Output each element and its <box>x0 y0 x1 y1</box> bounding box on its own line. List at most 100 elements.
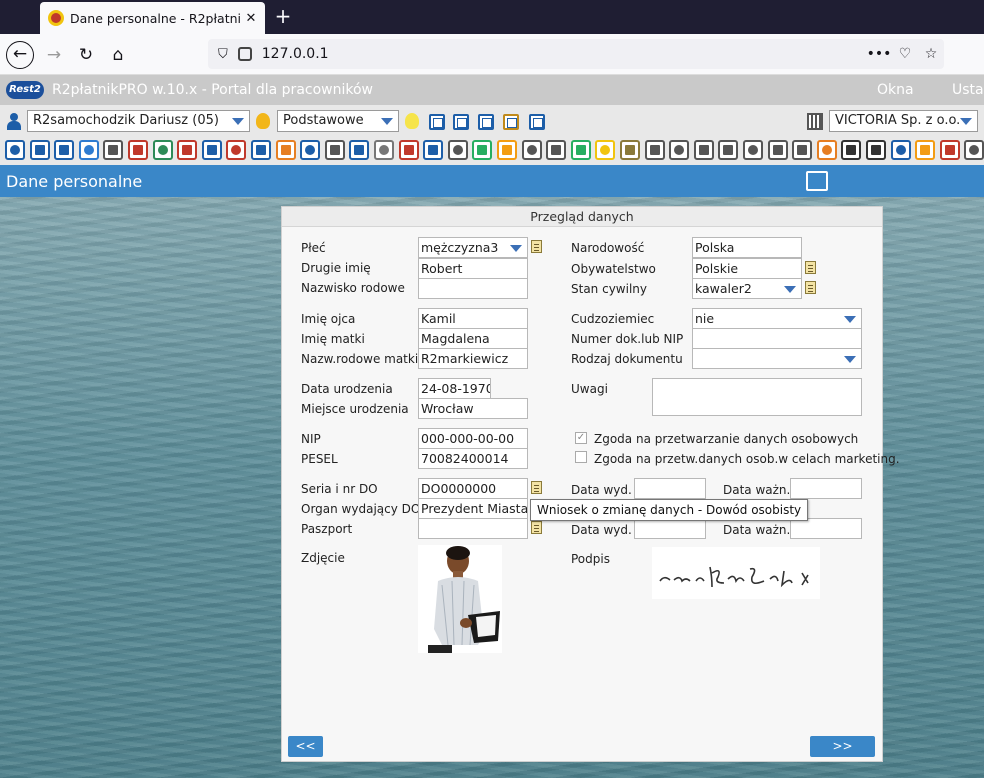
plus-icon[interactable] <box>939 140 960 160</box>
imie-ojca-field[interactable]: Kamil <box>418 308 528 329</box>
back-arrow-icon[interactable]: ← <box>6 41 34 69</box>
people-icon[interactable] <box>78 140 99 160</box>
cudzoziemiec-select[interactable]: nie <box>692 308 862 329</box>
change-request-doc-icon[interactable] <box>805 261 816 274</box>
home-icon[interactable]: ⌂ <box>104 41 132 69</box>
profile-select[interactable]: Podstawowe <box>277 110 399 132</box>
page-actions-icon[interactable]: ••• <box>866 46 892 62</box>
label-paszport-data-wazn: Data ważn. <box>723 523 791 537</box>
data-urodzenia-field[interactable]: 24-08-1970 <box>418 378 491 399</box>
footprints-icon[interactable] <box>324 140 345 160</box>
window-layout-4-icon[interactable] <box>503 114 519 130</box>
do-data-wazn-field[interactable] <box>790 478 862 499</box>
obywatelstwo-field[interactable]: Polskie <box>692 258 802 279</box>
badge-icon[interactable] <box>423 140 444 160</box>
change-request-doc-icon[interactable] <box>531 481 542 494</box>
reload-icon[interactable]: ↻ <box>72 41 100 69</box>
money-icon[interactable] <box>152 140 173 160</box>
card-icon[interactable] <box>54 140 75 160</box>
zus-calc-icon[interactable] <box>570 140 591 160</box>
books-icon[interactable] <box>349 140 370 160</box>
prev-button[interactable]: << <box>288 736 323 757</box>
window-layout-5-icon[interactable] <box>529 114 545 130</box>
lightbulb-icon[interactable] <box>405 113 419 129</box>
uwagi-textarea[interactable] <box>652 378 862 416</box>
change-request-doc-icon[interactable] <box>531 521 542 534</box>
documents-icon[interactable] <box>620 140 640 160</box>
nip-field[interactable]: 000-000-00-00 <box>418 428 528 449</box>
browser-tab[interactable]: Dane personalne - R2płatnikPRO ✕ <box>40 2 265 34</box>
bookmark-star-icon[interactable]: ☆ <box>918 46 944 62</box>
id-card-icon[interactable] <box>5 140 25 160</box>
plec-select[interactable]: mężczyzna3 <box>418 237 528 258</box>
calendar-icon[interactable] <box>866 140 886 160</box>
imie-matki-field[interactable]: Magdalena <box>418 328 528 349</box>
next-button[interactable]: >> <box>810 736 875 757</box>
url-bar[interactable]: ⛉ 127.0.0.1 ••• ♡ ☆ <box>208 39 944 69</box>
employee-select[interactable]: R2samochodzik Dariusz (05) <box>27 110 250 132</box>
car-icon[interactable] <box>300 140 321 160</box>
new-tab-icon[interactable]: + <box>272 6 294 28</box>
tooltip: Wniosek o zmianę danych - Dowód osobisty <box>530 499 809 521</box>
window-layout-3-icon[interactable] <box>478 114 494 130</box>
menu-okna[interactable]: Okna <box>877 82 914 98</box>
window-layout-1-icon[interactable] <box>429 114 445 130</box>
window-layout-2-icon[interactable] <box>453 114 469 130</box>
helmet-icon[interactable] <box>816 140 837 160</box>
organ-wydajacy-do-field[interactable]: Prezydent Miasta Wrocławia <box>418 498 528 519</box>
nazw-rodowe-matki-field[interactable]: R2markiewicz <box>418 348 528 369</box>
change-request-doc-icon[interactable] <box>531 240 542 253</box>
document-list-icon[interactable] <box>718 140 739 160</box>
numer-dok-field[interactable] <box>692 328 862 349</box>
miejsce-urodzenia-field[interactable]: Wrocław <box>418 398 528 419</box>
document-chart-icon[interactable] <box>669 140 690 160</box>
medal-icon[interactable] <box>521 140 542 160</box>
bank-icon[interactable] <box>447 140 468 160</box>
zus-icon[interactable] <box>472 140 493 160</box>
document-check-icon[interactable] <box>743 140 763 160</box>
shield-icon[interactable]: ⛉ <box>218 47 228 62</box>
paszport-field[interactable] <box>418 518 528 539</box>
monitor-icon[interactable] <box>806 171 828 191</box>
bandage-icon[interactable] <box>177 140 198 160</box>
bar-chart-icon[interactable] <box>201 140 222 160</box>
sun-icon[interactable] <box>915 140 936 160</box>
pocket-icon[interactable]: ♡ <box>892 46 918 62</box>
bell-icon[interactable] <box>497 140 517 160</box>
drugie-imie-field[interactable]: Robert <box>418 258 528 279</box>
tab-close-icon[interactable]: ✕ <box>241 11 261 26</box>
narodowosc-field[interactable]: Polska <box>692 237 802 258</box>
coins-icon[interactable] <box>595 140 616 160</box>
clock-icon[interactable] <box>890 140 911 160</box>
seria-nr-do-field[interactable]: DO0000000 <box>418 478 528 499</box>
do-data-wyd-field[interactable] <box>634 478 706 499</box>
alarm-clock-icon[interactable] <box>546 140 567 160</box>
url-text[interactable]: 127.0.0.1 <box>262 46 866 62</box>
document-money-icon[interactable] <box>767 140 788 160</box>
paszport-data-wazn-field[interactable] <box>790 518 862 539</box>
wheelchair-icon[interactable] <box>251 140 271 160</box>
stack-icon[interactable] <box>374 140 394 160</box>
company-select[interactable]: VICTORIA Sp. z o.o. <box>829 110 978 132</box>
consent-marketing-checkbox[interactable] <box>575 451 587 463</box>
forward-arrow-icon[interactable]: → <box>40 41 68 69</box>
menu-ustawienia[interactable]: Ustaw <box>952 82 984 98</box>
graduation-icon[interactable] <box>103 140 124 160</box>
home-icon[interactable] <box>29 140 50 160</box>
clock-doc-icon[interactable] <box>792 140 813 160</box>
extinguisher-icon[interactable] <box>226 140 247 160</box>
lightbulb-icon[interactable] <box>256 113 270 129</box>
list-icon[interactable] <box>964 140 984 160</box>
pesel-field[interactable]: 70082400014 <box>418 448 528 469</box>
change-request-doc-icon[interactable] <box>805 281 816 294</box>
document-star-icon[interactable] <box>693 140 714 160</box>
paszport-data-wyd-field[interactable] <box>634 518 706 539</box>
stan-cywilny-select[interactable]: kawaler2 <box>692 278 802 299</box>
rodzaj-dokumentu-select[interactable] <box>692 348 862 369</box>
medical-kit-icon[interactable] <box>128 140 148 160</box>
stop-sign-icon[interactable] <box>398 140 419 160</box>
lifebuoy-icon[interactable] <box>275 140 296 160</box>
nazwisko-rodowe-field[interactable] <box>418 278 528 299</box>
document-edit-icon[interactable] <box>644 140 665 160</box>
calendar-fold-icon[interactable] <box>841 140 862 160</box>
